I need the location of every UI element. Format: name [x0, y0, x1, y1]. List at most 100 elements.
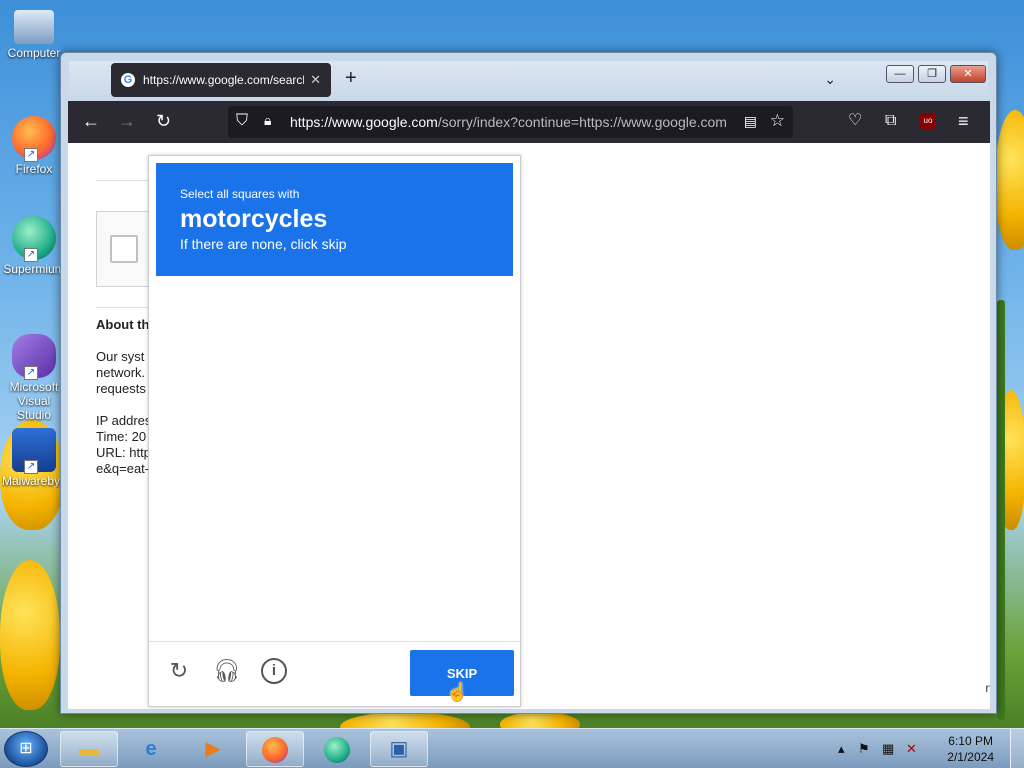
desktop-icon-label: Supermium: [3, 262, 65, 276]
grid-tile[interactable]: [425, 550, 513, 637]
tab-title: https://www.google.com/search: [143, 73, 305, 87]
taskbar-remote-desktop[interactable]: ▣: [370, 731, 428, 767]
challenge-grid: [156, 283, 512, 637]
volume-muted-icon[interactable]: ✕: [906, 741, 917, 757]
url-host: https://www.google.com: [290, 114, 438, 130]
desktop-icon-malwarebytes[interactable]: ↗ Malwarebytes: [2, 428, 66, 488]
computer-icon: [14, 10, 54, 44]
about-paragraph: Our syst network. requests: [96, 349, 146, 396]
tab-google-search[interactable]: G https://www.google.com/search ✕: [111, 63, 331, 97]
forward-button[interactable]: →: [118, 111, 136, 131]
desktop-icon-computer[interactable]: Computer: [2, 10, 66, 60]
challenge-subtext: If there are none, click skip: [180, 236, 347, 252]
challenge-header: Select all squares with motorcycles If t…: [156, 163, 513, 276]
media-player-icon: ▶: [205, 738, 221, 760]
grid-tile[interactable]: [246, 283, 334, 370]
reload-button[interactable]: ↻: [156, 111, 171, 131]
taskbar-file-explorer[interactable]: ▬: [60, 731, 118, 767]
reader-view-icon[interactable]: ▤: [744, 113, 757, 130]
close-tab-icon[interactable]: ✕: [310, 72, 321, 88]
list-all-tabs-chevron-icon[interactable]: ⌄: [824, 71, 836, 88]
shield-icon[interactable]: ⛉: [236, 112, 248, 130]
clock-time: 6:10 PM: [948, 734, 993, 748]
folder-icon: ▬: [79, 738, 99, 760]
grid-tile[interactable]: [425, 372, 513, 459]
url-path: /sorry/index?continue=https://www.google…: [437, 114, 727, 130]
extensions-icon[interactable]: ⧉: [885, 111, 896, 131]
challenge-instruction: Select all squares with: [180, 187, 300, 201]
grid-tile[interactable]: [246, 372, 334, 459]
desktop-icon-firefox[interactable]: ↗ Firefox: [2, 116, 66, 176]
network-icon[interactable]: ▦: [882, 741, 894, 757]
address-bar[interactable]: ⛉ 🔒︎ https://www.google.com /sorry/index…: [228, 106, 793, 138]
desktop-icon-visual-studio[interactable]: ↗ Microsoft Visual Studio: [2, 334, 66, 422]
divider: [96, 307, 156, 308]
grid-tile[interactable]: [246, 550, 334, 637]
clock-date: 2/1/2024: [947, 750, 994, 764]
supermium-icon: [324, 736, 350, 763]
supermium-icon: ↗: [12, 216, 56, 262]
navigation-toolbar: ← → ↻ ⛉ 🔒︎ https://www.google.com /sorry…: [68, 101, 990, 143]
challenge-target: motorcycles: [180, 205, 328, 233]
about-title: About th: [96, 317, 150, 332]
shortcut-arrow-icon: ↗: [24, 366, 38, 380]
shortcut-arrow-icon: ↗: [24, 248, 38, 262]
action-center-flag-icon[interactable]: ⚑: [858, 741, 870, 757]
grid-tile[interactable]: [156, 550, 244, 637]
taskbar: ⊞ ▬ e ▶ ▣ ▴ ⚑ ▦ ✕ 6:10 PM 2/1/2024: [0, 728, 1024, 768]
desktop-icon-supermium[interactable]: ↗ Supermium: [2, 216, 66, 276]
minimize-button[interactable]: —: [886, 65, 914, 83]
about-section: About th Our syst network. requests IP a…: [96, 317, 151, 493]
grid-tile[interactable]: [335, 550, 423, 637]
start-button[interactable]: ⊞: [4, 731, 48, 767]
grid-tile[interactable]: [335, 283, 423, 370]
grid-tile[interactable]: [156, 461, 244, 548]
malwarebytes-icon: ↗: [12, 428, 56, 474]
request-details: IP addres Time: 20 URL: http e&q=eat-: [96, 413, 152, 476]
show-desktop-button[interactable]: [1010, 729, 1024, 768]
reload-challenge-icon[interactable]: ↻: [166, 658, 192, 684]
taskbar-media-player[interactable]: ▶: [184, 731, 242, 767]
remote-desktop-icon: ▣: [389, 738, 409, 760]
back-button[interactable]: ←: [82, 111, 100, 131]
new-tab-button[interactable]: +: [345, 67, 357, 90]
recaptcha-checkbox[interactable]: [110, 235, 138, 263]
desktop-icon-label: Microsoft Visual Studio: [9, 380, 59, 422]
taskbar-firefox[interactable]: [246, 731, 304, 767]
close-window-button[interactable]: ✕: [950, 65, 986, 83]
wallpaper-stem: [997, 300, 1005, 720]
firefox-icon: [262, 736, 288, 763]
divider: [96, 180, 156, 181]
taskbar-supermium[interactable]: [308, 731, 366, 767]
system-clock[interactable]: 6:10 PM 2/1/2024: [947, 733, 994, 765]
grid-tile[interactable]: [425, 461, 513, 548]
tab-strip: G https://www.google.com/search ✕ + ⌄ — …: [69, 61, 988, 101]
browser-window: G https://www.google.com/search ✕ + ⌄ — …: [60, 52, 997, 714]
ublock-origin-icon[interactable]: uo: [920, 113, 936, 129]
firefox-icon: ↗: [12, 116, 56, 162]
grid-tile[interactable]: [156, 283, 244, 370]
visual-studio-icon: ↗: [12, 334, 56, 380]
grid-tile[interactable]: [156, 372, 244, 459]
audio-challenge-headphones-icon[interactable]: 🎧︎: [213, 658, 241, 684]
pocket-icon[interactable]: ♡: [848, 111, 862, 131]
windows-logo-icon: ⊞: [19, 740, 33, 757]
show-hidden-icons-arrow-icon[interactable]: ▴: [838, 741, 845, 757]
hand-cursor-icon: ☝: [446, 682, 469, 702]
page-content: About th Our syst network. requests IP a…: [68, 143, 990, 709]
grid-tile[interactable]: [246, 461, 334, 548]
maximize-button[interactable]: ❐: [918, 65, 946, 83]
lock-icon[interactable]: 🔒︎: [264, 112, 271, 129]
grid-tile[interactable]: [335, 372, 423, 459]
grid-tile[interactable]: [335, 461, 423, 548]
desktop-icon-label: Malwarebytes: [2, 474, 66, 488]
shortcut-arrow-icon: ↗: [24, 460, 38, 474]
menu-hamburger-icon[interactable]: ≡: [958, 111, 969, 131]
desktop-icon-label: Firefox: [15, 162, 53, 176]
grid-tile[interactable]: [425, 283, 513, 370]
help-info-icon[interactable]: i: [261, 658, 287, 684]
bookmark-star-icon[interactable]: ☆: [770, 111, 785, 131]
taskbar-internet-explorer[interactable]: e: [122, 731, 180, 767]
wallpaper-tulip: [0, 560, 60, 710]
wallpaper-tulip: [995, 110, 1024, 250]
